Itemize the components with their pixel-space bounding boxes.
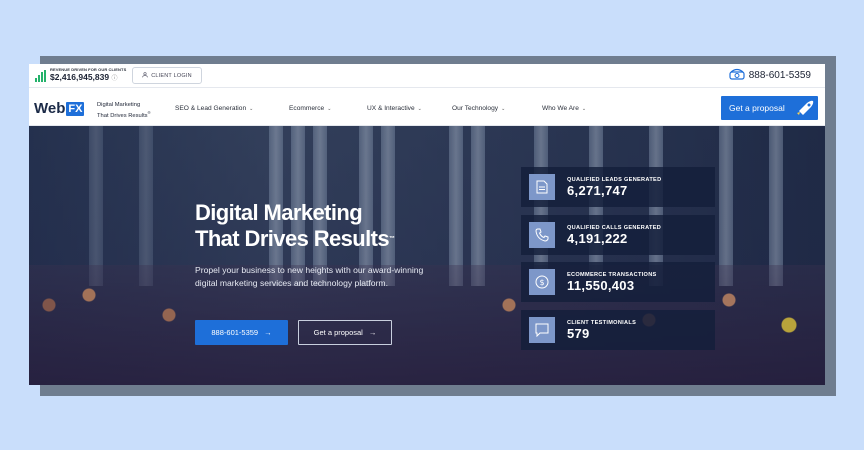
nav-item-who-we-are[interactable]: Who We Are ⌄ xyxy=(542,105,586,112)
logo-fx: FX xyxy=(66,101,85,116)
hero-title: Digital Marketing That Drives Results™ xyxy=(195,200,395,252)
chevron-down-icon: ⌄ xyxy=(417,105,422,112)
header-phone-link[interactable]: 888-601-5359 xyxy=(729,68,811,83)
stat-calls: QUALIFIED CALLS GENERATED 4,191,222 xyxy=(521,215,715,255)
stat-label: QUALIFIED CALLS GENERATED xyxy=(567,224,662,231)
stat-value: 4,191,222 xyxy=(567,230,628,246)
chevron-down-icon: ⌄ xyxy=(249,105,254,112)
hero-title-line1: Digital Marketing xyxy=(195,200,363,225)
chevron-down-icon: ⌄ xyxy=(501,105,506,112)
hero-title-line2: That Drives Results™ xyxy=(195,226,395,251)
hero-phone-button[interactable]: 888-601-5359 → xyxy=(195,320,288,345)
bar-chart-icon xyxy=(35,69,46,82)
dollar-icon: $ xyxy=(529,269,555,295)
hero-section: Digital Marketing That Drives Results™ P… xyxy=(29,126,825,385)
rocket-icon xyxy=(795,99,815,117)
nav-item-technology[interactable]: Our Technology ⌄ xyxy=(452,105,505,112)
stat-label: CLIENT TESTIMONIALS xyxy=(567,319,637,326)
revenue-value: $2,416,945,839 ⓘ xyxy=(50,72,118,82)
get-proposal-nav-button[interactable]: Get a proposal xyxy=(721,96,818,120)
stat-testimonials: CLIENT TESTIMONIALS 579 xyxy=(521,310,715,350)
svg-text:$: $ xyxy=(539,278,544,287)
nav-item-seo[interactable]: SEO & Lead Generation ⌄ xyxy=(175,105,253,112)
chevron-down-icon: ⌄ xyxy=(581,105,587,112)
document-icon xyxy=(529,174,555,200)
get-proposal-nav-label: Get a proposal xyxy=(729,103,785,113)
chat-icon xyxy=(529,317,555,343)
client-login-button[interactable]: CLIENT LOGIN xyxy=(132,67,202,84)
stat-value: 11,550,403 xyxy=(567,277,635,293)
phone-icon xyxy=(529,222,555,248)
stat-label: QUALIFIED LEADS GENERATED xyxy=(567,176,662,183)
user-icon xyxy=(142,71,148,80)
stat-value: 6,271,747 xyxy=(567,182,628,198)
stat-ecommerce: $ ECOMMERCE TRANSACTIONS 11,550,403 xyxy=(521,262,715,302)
tagline-line1: Digital Marketing xyxy=(97,102,141,108)
hero-proposal-button[interactable]: Get a proposal → xyxy=(298,320,392,345)
chevron-down-icon: ⌄ xyxy=(327,105,332,112)
phone-icon xyxy=(729,68,745,83)
arrow-right-icon: → xyxy=(368,328,377,337)
header-phone-number: 888-601-5359 xyxy=(748,70,811,81)
utility-bar: REVENUE DRIVEN FOR OUR CLIENTS $2,416,94… xyxy=(29,64,825,88)
client-login-label: CLIENT LOGIN xyxy=(151,72,192,79)
webfx-logo[interactable]: Web FX xyxy=(34,100,85,117)
tagline-line2: That Drives Results® xyxy=(97,110,151,119)
main-navigation: Web FX Digital Marketing That Drives Resu… xyxy=(29,88,825,126)
stat-value: 579 xyxy=(567,325,590,341)
hero-subtitle: Propel your business to new heights with… xyxy=(195,265,424,288)
stat-label: ECOMMERCE TRANSACTIONS xyxy=(567,271,657,278)
hero-phone-label: 888-601-5359 xyxy=(211,328,259,337)
website-frame: REVENUE DRIVEN FOR OUR CLIENTS $2,416,94… xyxy=(29,64,825,385)
stat-leads: QUALIFIED LEADS GENERATED 6,271,747 xyxy=(521,167,715,207)
info-icon[interactable]: ⓘ xyxy=(111,76,117,82)
hero-proposal-label: Get a proposal xyxy=(313,328,363,337)
logo-tagline: Digital Marketing That Drives Results® xyxy=(97,101,151,120)
revenue-counter: REVENUE DRIVEN FOR OUR CLIENTS $2,416,94… xyxy=(35,67,126,84)
arrow-right-icon: → xyxy=(264,328,272,337)
nav-item-ux[interactable]: UX & Interactive ⌄ xyxy=(367,105,422,112)
logo-text: Web xyxy=(34,100,66,117)
nav-item-ecommerce[interactable]: Ecommerce ⌄ xyxy=(289,105,331,112)
